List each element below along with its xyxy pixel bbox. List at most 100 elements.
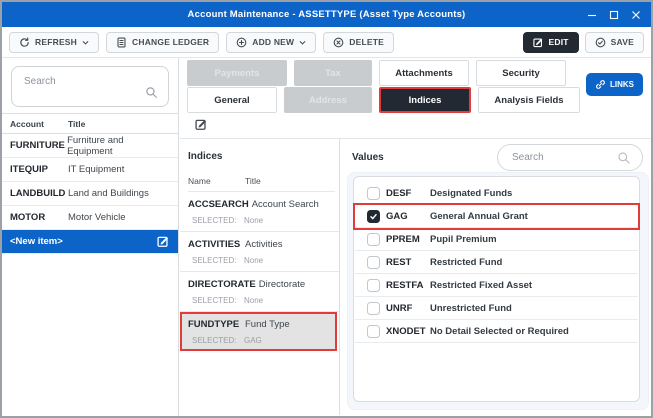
selected-label: SELECTED: [192,336,237,345]
values-panel: Values DESF Designated Funds [341,139,651,415]
index-name: DIRECTORATE [188,279,256,290]
close-button[interactable] [625,2,647,27]
checkbox-gag[interactable] [367,209,380,223]
value-code: UNRF [386,302,413,314]
tab-indices[interactable]: Indices [379,87,471,113]
ledger-icon [117,37,126,47]
value-code: XNODET [386,325,426,337]
tab-tax: Tax [294,60,372,86]
accounts-table-header: Account Title [2,113,178,134]
selected-value: None [244,296,264,305]
value-row-unrf[interactable]: UNRF Unrestricted Fund [355,297,638,320]
checkbox-rest[interactable] [367,255,380,269]
values-search-box [497,144,643,171]
index-name: FUNDTYPE [188,319,240,330]
value-code: PPREM [386,233,420,245]
delete-button[interactable]: DELETE [323,31,394,53]
value-row-xnodet[interactable]: XNODET No Detail Selected or Required [355,320,638,343]
refresh-icon [20,37,29,47]
index-row-activities[interactable]: ACTIVITIES Activities SELECTED: None [180,232,339,272]
value-code: DESF [386,187,412,199]
chevron-down-icon [299,40,306,45]
value-title: Restricted Fixed Asset [430,279,533,291]
tab-general[interactable]: General [187,87,277,113]
minimize-button[interactable] [581,2,603,27]
value-title: Pupil Premium [430,233,497,245]
edit-button[interactable]: EDIT [522,31,579,53]
account-title: Motor Vehicle [68,212,126,223]
index-row-accsearch[interactable]: ACCSEARCH Account Search SELECTED: None [180,192,339,232]
value-title: General Annual Grant [430,210,528,222]
account-title: Land and Buildings [68,188,149,199]
change-ledger-label: CHANGE LEDGER [132,37,210,47]
checkmark-icon [370,213,377,219]
tab-payments: Payments [187,60,287,86]
index-row-directorate[interactable]: DIRECTORATE Directorate SELECTED: None [180,272,339,312]
change-ledger-button[interactable]: CHANGE LEDGER [106,31,220,53]
edit-pencil-icon [532,37,542,47]
account-maintenance-window: Account Maintenance - ASSETTYPE (Asset T… [0,0,653,418]
value-code: REST [386,256,412,268]
tab-attachments[interactable]: Attachments [379,60,469,86]
check-circle-icon [595,37,606,47]
account-code: MOTOR [10,212,46,223]
account-code: LANDBUILD [10,188,66,199]
titlebar: Account Maintenance - ASSETTYPE (Asset T… [2,2,651,27]
x-circle-icon [333,37,344,47]
value-row-pprem[interactable]: PPREM Pupil Premium [355,228,638,251]
account-code: ITEQUIP [10,164,49,175]
indices-panel: Indices Name Title ACCSEARCH Account Sear… [180,139,340,415]
value-row-desf[interactable]: DESF Designated Funds [355,182,638,205]
tab-security[interactable]: Security [476,60,566,86]
toolbar-right-group: EDIT SAVE [522,31,644,53]
account-title: IT Equipment [68,164,125,175]
tab-analysis-fields[interactable]: Analysis Fields [478,87,580,113]
toolbar-left-group: REFRESH CHANGE LEDGER ADD NEW DELETE [9,31,394,53]
account-title: Furniture and Equipment [67,134,124,157]
selected-label: SELECTED: [192,216,237,225]
selected-label: SELECTED: [192,296,237,305]
selected-value: None [244,216,264,225]
index-title: Account Search [251,199,319,210]
value-row-rest[interactable]: REST Restricted Fund [355,251,638,274]
checkbox-unrf[interactable] [367,301,380,315]
tab-strip: Payments Tax Attachments Security Genera… [187,60,580,113]
search-icon [618,152,630,164]
checkbox-xnodet[interactable] [367,324,380,338]
row-edit-pencil-icon[interactable] [157,235,170,251]
index-title: Directorate [258,279,306,290]
links-button[interactable]: LINKS [586,73,643,96]
checkbox-desf[interactable] [367,186,380,200]
accounts-column-account: Account [10,119,44,129]
tab-address: Address [284,87,372,113]
refresh-button[interactable]: REFRESH [9,31,100,53]
content-edit-pencil-icon[interactable] [195,118,208,134]
account-row-new-item[interactable]: <New item> [2,230,178,254]
window-title: Account Maintenance - ASSETTYPE (Asset T… [187,9,466,20]
account-row-itequip[interactable]: ITEQUIP IT Equipment [2,158,178,182]
account-row-motor[interactable]: MOTOR Motor Vehicle [2,206,178,230]
edit-label: EDIT [548,37,569,47]
chevron-down-icon [82,40,89,45]
save-button[interactable]: SAVE [584,31,644,53]
value-title: Restricted Fund [430,256,503,268]
maximize-button[interactable] [603,2,625,27]
index-row-fundtype[interactable]: FUNDTYPE Fund Type SELECTED: GAG [180,312,337,351]
selected-value: GAG [244,336,262,345]
add-new-button[interactable]: ADD NEW [226,31,317,53]
account-row-furniture[interactable]: FURNITURE Furniture and Equipment [2,134,178,158]
checkbox-restfa[interactable] [367,278,380,292]
links-label: LINKS [610,80,634,89]
plus-circle-icon [236,37,247,47]
add-new-label: ADD NEW [252,37,295,47]
index-title: Fund Type [245,319,290,330]
accounts-search-box [11,66,169,107]
link-icon [596,80,605,89]
account-row-landbuild[interactable]: LANDBUILD Land and Buildings [2,182,178,206]
checkbox-pprem[interactable] [367,232,380,246]
value-title: Unrestricted Fund [430,302,512,314]
tab-row-1: Payments Tax Attachments Security [187,60,580,86]
value-row-restfa[interactable]: RESTFA Restricted Fixed Asset [355,274,638,297]
value-row-gag[interactable]: GAG General Annual Grant [355,205,638,228]
selected-value: None [244,256,264,265]
